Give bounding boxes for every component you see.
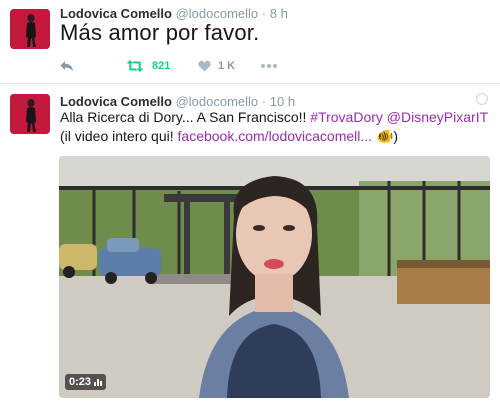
fish-emoji: 🐠 [375, 128, 394, 144]
timestamp[interactable]: 8 h [270, 6, 288, 21]
tweet-2[interactable]: Lodovica Comello @lodocomello · 10 h All… [0, 84, 500, 406]
separator-dot: · [261, 94, 267, 109]
tweet-text: Alla Ricerca di Dory... A San Francisco!… [60, 108, 490, 146]
display-name[interactable]: Lodovica Comello [60, 94, 172, 109]
more-button[interactable] [260, 58, 278, 74]
heart-icon [198, 60, 211, 72]
video-duration-badge: 0:23 [65, 374, 107, 390]
handle[interactable]: @lodocomello [176, 94, 259, 109]
url-link[interactable]: facebook.com/lodovicacomell... [178, 128, 373, 144]
mention-link[interactable]: @DisneyPixarIT [387, 109, 488, 125]
volume-bars-icon [94, 378, 103, 386]
like-button[interactable]: 1 K [198, 58, 235, 74]
reply-button[interactable] [60, 58, 74, 74]
tweet-text-middle: (il video intero qui! [60, 128, 178, 144]
video-duration: 0:23 [69, 376, 92, 388]
display-name[interactable]: Lodovica Comello [60, 6, 172, 21]
reply-icon [60, 61, 73, 71]
tweet-header: Lodovica Comello @lodocomello · 8 h [60, 6, 288, 21]
tweet-text: Más amor por favor. [60, 20, 260, 45]
tweet-text-prefix: Alla Ricerca di Dory... A San Francisco!… [60, 109, 311, 125]
like-count: 1 K [218, 60, 236, 72]
handle[interactable]: @lodocomello [176, 6, 259, 21]
retweet-count: 821 [152, 60, 171, 72]
video-thumbnail [59, 156, 490, 398]
retweet-icon [126, 60, 144, 72]
globe-icon [476, 93, 488, 105]
hashtag-link[interactable]: #TrovaDory [310, 109, 383, 125]
avatar[interactable] [10, 9, 50, 49]
timestamp[interactable]: 10 h [270, 94, 295, 109]
video-player[interactable]: 0:23 [59, 156, 490, 398]
more-icon [261, 64, 277, 68]
retweet-button[interactable]: 821 [126, 58, 170, 74]
tweet-text-suffix: ) [393, 128, 399, 144]
separator-dot: · [261, 6, 267, 21]
tweet-header: Lodovica Comello @lodocomello · 10 h [60, 94, 295, 109]
tweet-1[interactable]: Lodovica Comello @lodocomello · 8 h Más … [0, 0, 500, 84]
avatar[interactable] [10, 94, 50, 134]
tweet-actions: 821 1 K [60, 58, 300, 74]
